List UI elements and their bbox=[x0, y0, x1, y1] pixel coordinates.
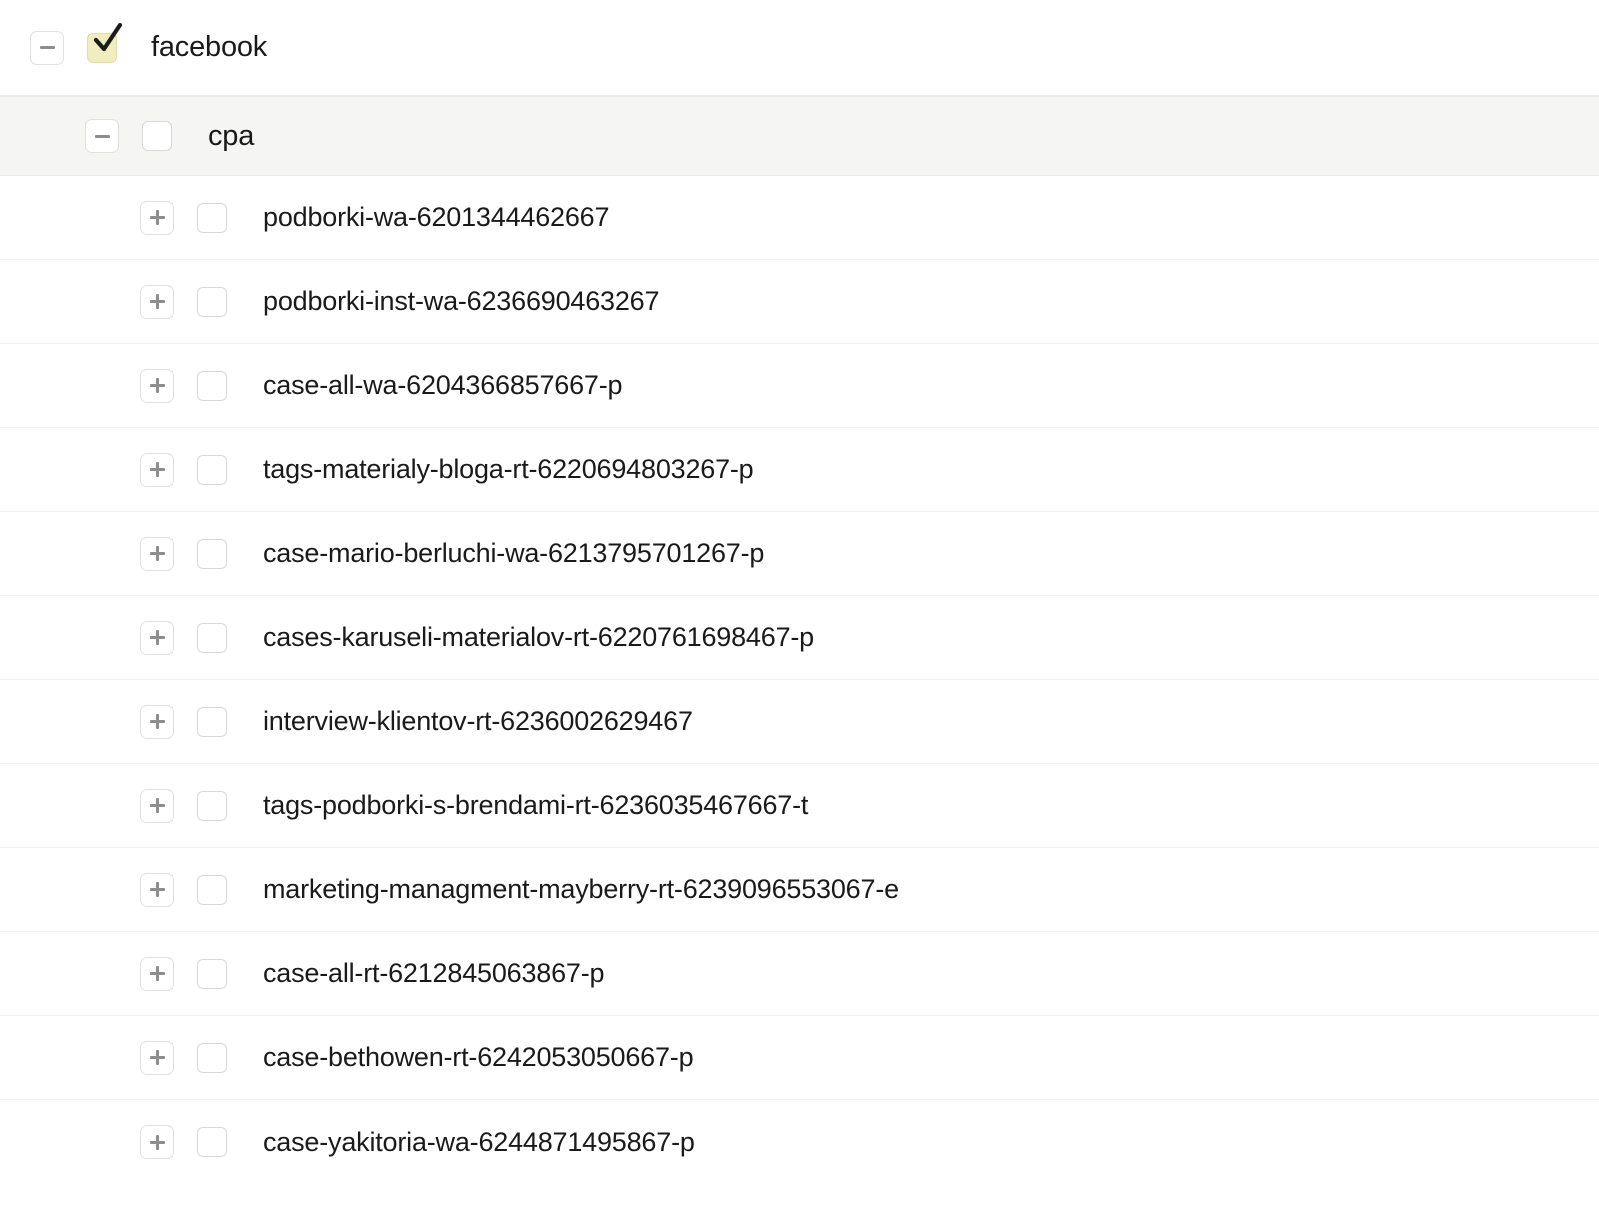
checkbox-unchecked-icon[interactable] bbox=[197, 874, 227, 905]
checkbox-unchecked-icon[interactable] bbox=[197, 1042, 227, 1073]
tree-row[interactable]: facebook bbox=[0, 0, 1599, 96]
plus-icon[interactable] bbox=[140, 200, 174, 235]
plus-icon[interactable] bbox=[140, 284, 174, 319]
checkbox-checked-icon[interactable] bbox=[87, 22, 123, 63]
checkbox-unchecked-icon[interactable] bbox=[197, 538, 227, 569]
checkbox-unchecked-icon[interactable] bbox=[197, 454, 227, 485]
checkmark-icon bbox=[93, 22, 123, 51]
tree-row-label: case-bethowen-rt-6242053050667-p bbox=[263, 1042, 694, 1072]
tree-row[interactable]: case-mario-berluchi-wa-6213795701267-p bbox=[0, 512, 1599, 596]
minus-icon[interactable] bbox=[85, 119, 119, 153]
checkbox-unchecked-icon[interactable] bbox=[197, 370, 227, 401]
tree-row-label: tags-materialy-bloga-rt-6220694803267-p bbox=[263, 454, 754, 484]
toggle-bar-vertical bbox=[155, 546, 159, 561]
toggle-bar-vertical bbox=[155, 882, 159, 897]
tree-row-label: case-mario-berluchi-wa-6213795701267-p bbox=[263, 538, 765, 568]
plus-icon[interactable] bbox=[140, 788, 174, 823]
plus-icon[interactable] bbox=[140, 452, 174, 487]
tree-row[interactable]: cpa bbox=[0, 96, 1599, 176]
tree-row[interactable]: marketing-managment-mayberry-rt-62390965… bbox=[0, 848, 1599, 932]
checkbox-unchecked-icon[interactable] bbox=[197, 790, 227, 821]
tree-row-label: cpa bbox=[208, 119, 255, 152]
toggle-bar-vertical bbox=[155, 378, 159, 393]
toggle-bar-vertical bbox=[155, 798, 159, 813]
checkbox-unchecked-icon[interactable] bbox=[142, 121, 172, 151]
toggle-bar-vertical bbox=[155, 714, 159, 729]
plus-icon[interactable] bbox=[140, 536, 174, 571]
toggle-bar-vertical bbox=[155, 1134, 159, 1150]
tree-row[interactable]: tags-materialy-bloga-rt-6220694803267-p bbox=[0, 428, 1599, 512]
minus-icon[interactable] bbox=[30, 30, 64, 65]
toggle-bar-horizontal bbox=[39, 46, 55, 49]
checkbox-unchecked-icon[interactable] bbox=[197, 286, 227, 317]
tree-row[interactable]: case-all-wa-6204366857667-p bbox=[0, 344, 1599, 428]
toggle-bar-vertical bbox=[155, 630, 159, 645]
tree-row[interactable]: interview-klientov-rt-6236002629467 bbox=[0, 680, 1599, 764]
toggle-bar-vertical bbox=[155, 966, 159, 981]
tree-row-label: tags-podborki-s-brendami-rt-623603546766… bbox=[263, 790, 809, 820]
plus-icon[interactable] bbox=[140, 872, 174, 907]
tree-row[interactable]: case-yakitoria-wa-6244871495867-p bbox=[0, 1100, 1599, 1184]
tree-row-label: podborki-inst-wa-6236690463267 bbox=[263, 286, 660, 316]
tree-row-label: interview-klientov-rt-6236002629467 bbox=[263, 706, 693, 736]
toggle-bar-vertical bbox=[155, 1050, 159, 1065]
plus-icon[interactable] bbox=[140, 368, 174, 403]
plus-icon[interactable] bbox=[140, 704, 174, 739]
toggle-bar-vertical bbox=[155, 294, 159, 309]
plus-icon[interactable] bbox=[140, 956, 174, 991]
checkbox-unchecked-icon[interactable] bbox=[197, 622, 227, 653]
tree-row-label: facebook bbox=[151, 31, 268, 63]
campaign-tree: facebook cpa podborki-wa-6201344462667 podb… bbox=[0, 0, 1599, 1184]
campaign-tree-panel: facebook cpa podborki-wa-6201344462667 podb… bbox=[0, 0, 1599, 1213]
tree-row-label: cases-karuseli-materialov-rt-62207616984… bbox=[263, 622, 814, 652]
tree-row-label: case-yakitoria-wa-6244871495867-p bbox=[263, 1126, 695, 1157]
plus-icon[interactable] bbox=[140, 1125, 174, 1159]
tree-row[interactable]: case-all-rt-6212845063867-p bbox=[0, 932, 1599, 1016]
checkbox-unchecked-icon[interactable] bbox=[197, 958, 227, 989]
tree-row-label: case-all-rt-6212845063867-p bbox=[263, 958, 605, 988]
checkbox-unchecked-icon[interactable] bbox=[197, 1127, 227, 1157]
tree-row-label: marketing-managment-mayberry-rt-62390965… bbox=[263, 874, 899, 904]
tree-row-label: case-all-wa-6204366857667-p bbox=[263, 370, 623, 400]
toggle-bar-vertical bbox=[155, 210, 159, 225]
plus-icon[interactable] bbox=[140, 1040, 174, 1075]
tree-row[interactable]: tags-podborki-s-brendami-rt-623603546766… bbox=[0, 764, 1599, 848]
checkbox-unchecked-icon[interactable] bbox=[197, 202, 227, 233]
toggle-bar-vertical bbox=[155, 462, 159, 477]
tree-row[interactable]: podborki-wa-6201344462667 bbox=[0, 176, 1599, 260]
checkbox-unchecked-icon[interactable] bbox=[197, 706, 227, 737]
tree-row[interactable]: cases-karuseli-materialov-rt-62207616984… bbox=[0, 596, 1599, 680]
tree-row-label: podborki-wa-6201344462667 bbox=[263, 202, 610, 232]
toggle-bar-horizontal bbox=[94, 134, 110, 138]
plus-icon[interactable] bbox=[140, 620, 174, 655]
tree-row[interactable]: case-bethowen-rt-6242053050667-p bbox=[0, 1016, 1599, 1100]
tree-row[interactable]: podborki-inst-wa-6236690463267 bbox=[0, 260, 1599, 344]
